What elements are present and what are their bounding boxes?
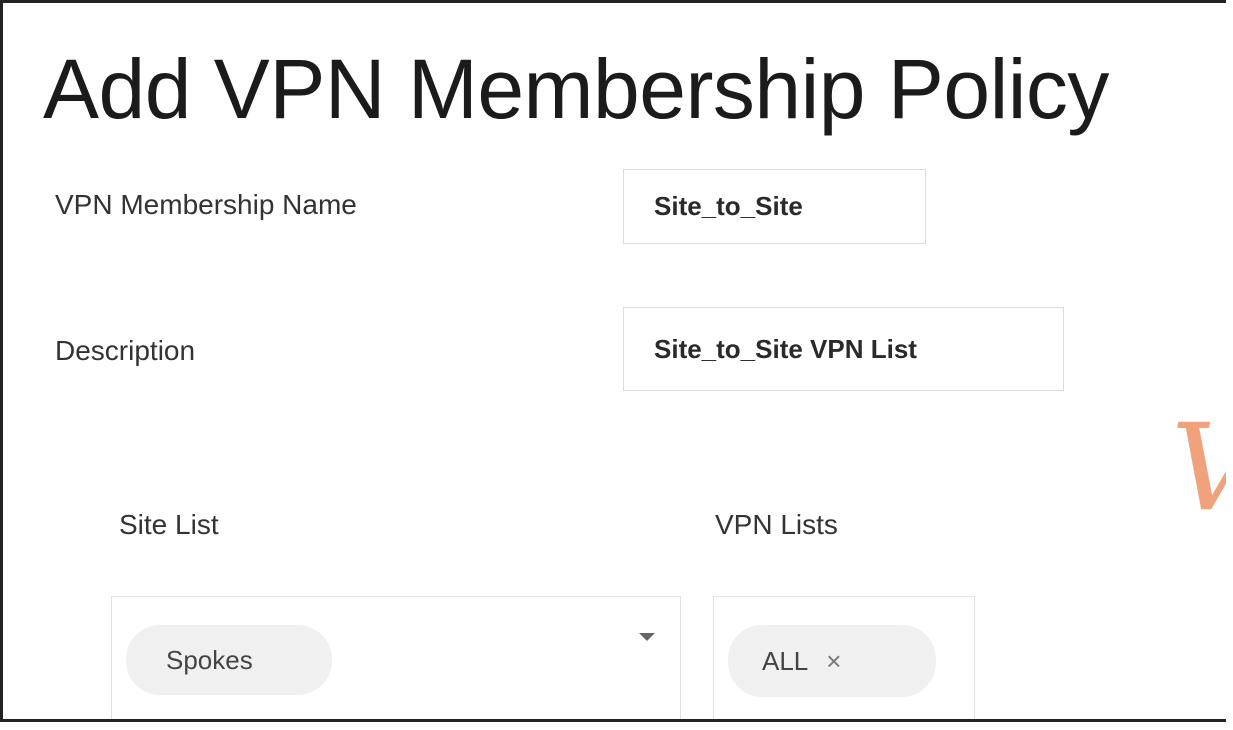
vpn-membership-name-input[interactable]: Site_to_Site bbox=[623, 169, 926, 244]
watermark-letter: V bbox=[1171, 409, 1226, 529]
vpn-lists-selected-value: ALL bbox=[762, 645, 809, 676]
site-list-label: Site List bbox=[119, 509, 219, 540]
vpn-lists-select[interactable]: ALL × bbox=[713, 596, 975, 719]
vpn-lists-selected-tag: ALL × bbox=[728, 625, 936, 697]
vpn-membership-name-value: Site_to_Site bbox=[654, 191, 803, 221]
policy-form-panel: Add VPN Membership Policy VPN Membership… bbox=[0, 0, 1226, 722]
description-label: Description bbox=[55, 335, 196, 366]
close-icon[interactable]: × bbox=[826, 646, 841, 677]
vpn-membership-name-label: VPN Membership Name bbox=[55, 189, 357, 220]
site-list-selected-tag: Spokes bbox=[126, 625, 332, 695]
description-input[interactable]: Site_to_Site VPN List bbox=[623, 307, 1064, 391]
description-value: Site_to_Site VPN List bbox=[654, 333, 917, 364]
page-title: Add VPN Membership Policy bbox=[43, 42, 1109, 136]
vpn-lists-label: VPN Lists bbox=[715, 509, 838, 540]
site-list-selected-value: Spokes bbox=[166, 644, 253, 675]
chevron-down-icon[interactable] bbox=[639, 633, 655, 641]
site-list-dropdown[interactable]: Spokes bbox=[111, 596, 681, 719]
